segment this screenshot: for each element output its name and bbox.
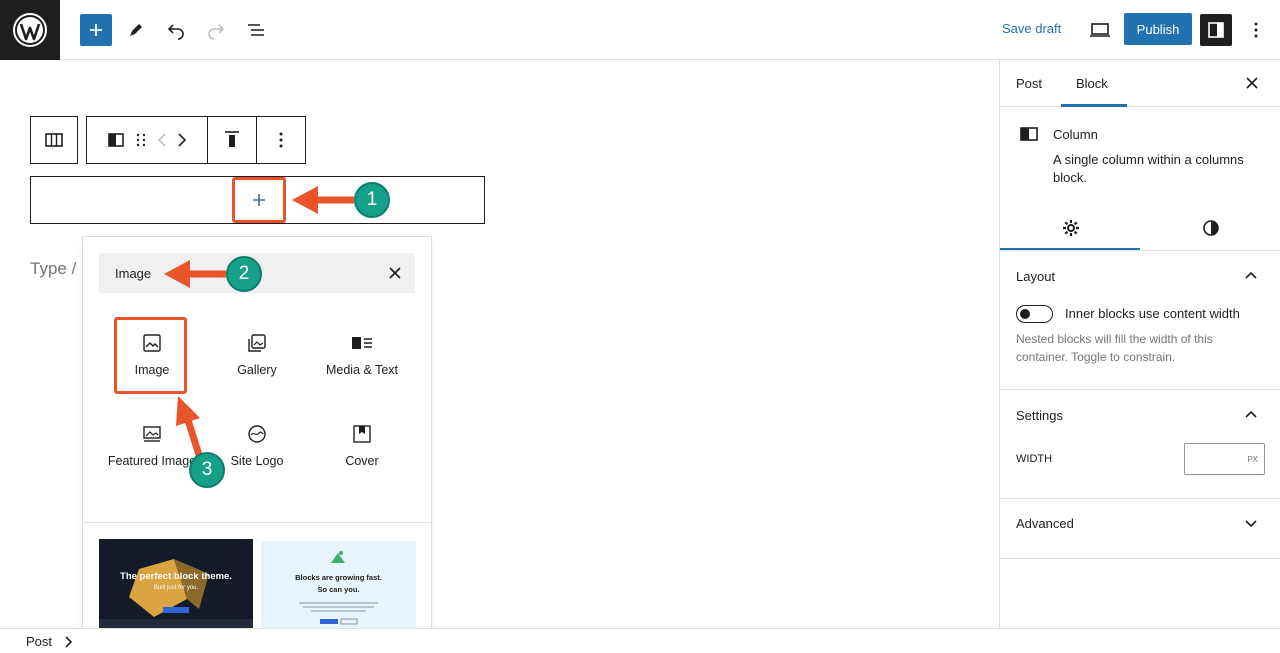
align-top-icon	[225, 131, 239, 147]
column-block-icon	[1020, 127, 1038, 141]
plus-icon	[253, 194, 265, 206]
block-cover[interactable]: Cover	[317, 422, 407, 468]
pattern-preview-light[interactable]: Blocks are growing fast. So can you.	[261, 541, 416, 628]
layout-panel-title[interactable]: Layout	[1016, 269, 1055, 284]
chevron-up-icon[interactable]	[1244, 268, 1258, 282]
redo-icon	[208, 24, 225, 40]
vertical-align-button[interactable]	[208, 117, 256, 163]
gear-icon[interactable]	[1062, 219, 1080, 237]
top-toolbar: Save draft Publish	[0, 0, 1280, 60]
desktop-preview-icon	[1090, 23, 1110, 37]
block-label: Featured Image	[107, 454, 197, 468]
search-value: Image	[115, 266, 152, 281]
block-inspector-tabs	[1000, 205, 1280, 251]
editor-canvas: Type / Image Image Gallery Media & Text …	[0, 60, 999, 628]
toggle-knob	[1020, 309, 1030, 319]
media-text-icon	[352, 337, 372, 349]
preview-button[interactable]	[1084, 14, 1116, 46]
block-appender-button[interactable]	[232, 177, 286, 223]
pattern-title: Blocks are growing fast.	[295, 573, 382, 582]
pattern-dark-art	[99, 539, 253, 628]
pattern-subtitle: Built just for you.	[153, 585, 199, 591]
clear-search-icon[interactable]	[387, 265, 403, 281]
block-card-title: Column	[1053, 127, 1098, 142]
step-badge-3: 3	[189, 452, 225, 488]
step-badge-1: 1	[354, 182, 390, 218]
site-logo-icon	[248, 425, 266, 443]
width-label: WIDTH	[1016, 453, 1053, 465]
step-badge-2: 2	[226, 256, 262, 292]
pattern-title: The perfect block theme.	[120, 571, 232, 582]
block-label: Gallery	[237, 363, 277, 377]
wordpress-logo-icon[interactable]	[0, 0, 60, 60]
chevron-up-icon[interactable]	[1244, 407, 1258, 421]
drag-handle-icon[interactable]	[136, 132, 146, 148]
content-width-toggle[interactable]	[1016, 305, 1053, 323]
panel-divider	[1000, 389, 1280, 390]
options-menu-button[interactable]	[1240, 14, 1272, 46]
tools-button[interactable]	[120, 14, 152, 46]
sidebar-settings-icon	[1208, 22, 1224, 38]
featured-image-icon	[143, 426, 161, 442]
block-featured-image[interactable]: Featured Image	[107, 422, 197, 468]
plus-icon	[90, 24, 102, 36]
move-left-icon[interactable]	[158, 133, 166, 147]
block-card-description: A single column within a columns block.	[1053, 152, 1244, 185]
redo-button[interactable]	[200, 14, 232, 46]
pattern-subtitle: So can you.	[317, 585, 360, 594]
chevron-down-icon[interactable]	[1244, 516, 1258, 530]
close-icon[interactable]	[1245, 76, 1259, 90]
image-block-highlight	[114, 317, 187, 394]
move-right-icon[interactable]	[178, 133, 186, 147]
pen-icon	[130, 24, 142, 36]
settings-toggle-button[interactable]	[1200, 14, 1232, 46]
chevron-right-icon	[65, 636, 72, 648]
width-unit[interactable]: PX	[1247, 455, 1258, 464]
active-tab-indicator	[1061, 104, 1127, 107]
settings-panel-title[interactable]: Settings	[1016, 408, 1063, 423]
editor-root: Save draft Publish Type / Image Image Ga…	[0, 0, 1280, 653]
sidebar-tabs: Post Block	[1000, 60, 1280, 107]
block-parent-selector[interactable]	[30, 116, 78, 164]
settings-sidebar: Post Block Column A single column within…	[999, 60, 1280, 628]
block-options-button[interactable]	[257, 117, 305, 163]
styles-icon[interactable]	[1202, 219, 1220, 237]
list-view-icon	[248, 24, 264, 36]
footer-breadcrumb-bar: Post	[0, 628, 1280, 653]
cover-icon	[353, 425, 371, 443]
type-placeholder: Type /	[30, 259, 77, 278]
panel-divider	[1000, 558, 1280, 559]
undo-icon	[167, 24, 184, 40]
block-label: Cover	[345, 454, 379, 468]
block-media-text[interactable]: Media & Text	[317, 331, 407, 377]
tab-block[interactable]: Block	[1076, 76, 1108, 91]
block-label: Site Logo	[230, 454, 284, 468]
toggle-help-text: Nested blocks will fill the width of thi…	[1016, 332, 1213, 364]
block-site-logo[interactable]: Site Logo	[212, 422, 302, 468]
kebab-menu-icon	[279, 132, 283, 148]
save-draft-button[interactable]: Save draft	[1002, 21, 1061, 36]
tab-post[interactable]: Post	[1016, 76, 1042, 91]
add-block-button[interactable]	[80, 14, 112, 46]
kebab-menu-icon	[1254, 22, 1258, 38]
active-subtab-indicator	[1000, 248, 1140, 250]
breadcrumb-post[interactable]: Post	[26, 634, 52, 649]
publish-button[interactable]: Publish	[1124, 13, 1192, 45]
panel-divider	[1000, 498, 1280, 499]
width-input[interactable]: PX	[1184, 443, 1265, 475]
columns-icon	[45, 133, 63, 147]
undo-button[interactable]	[160, 14, 192, 46]
pattern-preview-dark[interactable]: The perfect block theme. Built just for …	[99, 539, 253, 628]
block-label: Media & Text	[325, 363, 399, 377]
advanced-panel-title[interactable]: Advanced	[1016, 516, 1074, 531]
column-block-icon[interactable]	[108, 133, 124, 147]
block-gallery[interactable]: Gallery	[212, 331, 302, 377]
toggle-label: Inner blocks use content width	[1065, 306, 1240, 321]
inserter-divider	[83, 522, 431, 523]
gallery-icon	[248, 334, 266, 352]
block-toolbar	[86, 116, 306, 164]
list-view-button[interactable]	[240, 14, 272, 46]
block-inserter-popover: Image Image Gallery Media & Text Feature…	[82, 236, 432, 628]
